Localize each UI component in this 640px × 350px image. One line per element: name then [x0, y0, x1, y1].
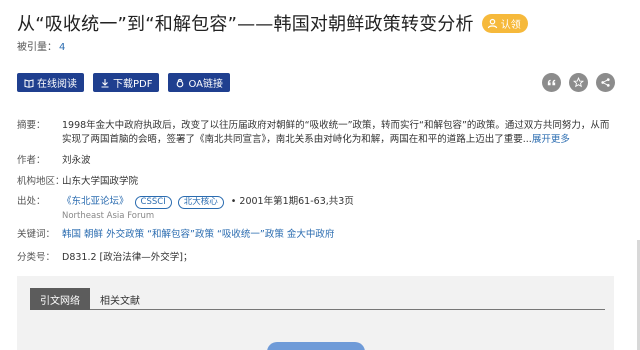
source-value: 《东北亚论坛》 CSSCI 北大核心 • 2001年第1期61-63,共3页 N…: [62, 195, 354, 223]
download-icon: [101, 78, 109, 88]
claim-badge[interactable]: 认领: [481, 13, 528, 33]
keyword-link[interactable]: 金大中政府: [287, 229, 335, 240]
related-panel: 引文网络 相关文献: [17, 276, 614, 350]
share-button[interactable]: [596, 73, 615, 92]
keyword-list: 韩国 朝鲜 外交政策 “和解包容”政策 “吸收统一”政策 金大中政府: [62, 228, 334, 242]
keyword-link[interactable]: “和解包容”政策: [147, 229, 214, 240]
read-online-button[interactable]: 在线阅读: [17, 73, 84, 92]
author-label: 作者：: [17, 155, 46, 166]
download-pdf-button[interactable]: 下载PDF: [93, 73, 160, 92]
abstract-label: 摘要：: [17, 120, 46, 131]
org-label: 机构地区：: [17, 176, 65, 187]
classification-link[interactable]: D831.2 [政治法律—外交学]；: [62, 251, 192, 265]
book-icon: [24, 78, 34, 88]
claim-label: 认领: [500, 19, 521, 31]
keywords-row: 关键词： 韩国 朝鲜 外交政策 “和解包容”政策 “吸收统一”政策 金大中政府: [17, 228, 617, 242]
user-icon: [487, 18, 497, 28]
keyword-link[interactable]: 韩国: [62, 229, 81, 240]
oa-link-label: OA链接: [188, 79, 224, 90]
expand-more-link[interactable]: 展开更多: [532, 134, 570, 145]
keyword-link[interactable]: “吸收统一”政策: [217, 229, 284, 240]
title-row: 从“吸收统一”到“和解包容”——韩国对朝鲜政策转变分析 认领: [17, 10, 528, 36]
journal-english-name: Northeast Asia Forum: [62, 211, 155, 221]
cite-button[interactable]: [542, 73, 561, 92]
share-icon: [601, 78, 610, 87]
favorite-button[interactable]: [569, 73, 588, 92]
pku-core-tag[interactable]: 北大核心: [177, 196, 224, 209]
author-row: 作者： 刘永波: [17, 154, 617, 168]
action-bar: 在线阅读 下载PDF OA链接: [17, 73, 231, 92]
oa-link-button[interactable]: OA链接: [168, 73, 231, 92]
tab-bar: 引文网络 相关文献: [30, 288, 605, 310]
classification-label: 分类号：: [17, 252, 56, 263]
cited-number[interactable]: 4: [59, 42, 65, 53]
quote-icon: [547, 79, 556, 86]
network-action-button[interactable]: [267, 342, 365, 350]
tool-buttons: [542, 73, 615, 92]
issue-info: • 2001年第1期61-63,共3页: [230, 196, 354, 207]
cited-label: 被引量：: [17, 42, 57, 53]
source-row: 出处： 《东北亚论坛》 CSSCI 北大核心 • 2001年第1期61-63,共…: [17, 195, 617, 223]
keyword-link[interactable]: 朝鲜: [84, 229, 103, 240]
classification-row: 分类号： D831.2 [政治法律—外交学]；: [17, 251, 617, 265]
abstract-section: 摘要： 1998年金大中政府执政后，改变了以往历届政府对朝鲜的“吸收统一”政策，…: [17, 119, 617, 149]
tab-citation-network[interactable]: 引文网络: [30, 288, 90, 310]
open-access-icon: [177, 78, 184, 87]
keywords-label: 关键词：: [17, 229, 56, 240]
author-link[interactable]: 刘永波: [62, 154, 91, 168]
cited-count: 被引量： 4: [17, 38, 65, 53]
cssci-tag[interactable]: CSSCI: [134, 196, 172, 209]
org-link[interactable]: 山东大学国政学院: [62, 175, 138, 189]
tab-related-literature[interactable]: 相关文献: [90, 288, 150, 310]
keyword-link[interactable]: 外交政策: [106, 229, 144, 240]
abstract-text: 1998年金大中政府执政后，改变了以往历届政府对朝鲜的“吸收统一”政策，转而实行…: [62, 119, 617, 147]
read-online-label: 在线阅读: [37, 79, 77, 90]
star-icon: [573, 77, 584, 88]
page-title: 从“吸收统一”到“和解包容”——韩国对朝鲜政策转变分析: [17, 14, 474, 35]
download-pdf-label: 下载PDF: [113, 79, 153, 90]
journal-link[interactable]: 《东北亚论坛》: [62, 196, 129, 207]
abstract-line: 实现了两国首脑的会晤，签署了《南北共同宣言》，南北关系由对峙化为和解，两国在和平…: [62, 134, 532, 145]
abstract-line: 1998年金大中政府执政后，改变了以往历届政府对朝鲜的“吸收统一”政策，转而实行…: [62, 120, 610, 131]
org-row: 机构地区： 山东大学国政学院: [17, 175, 617, 189]
source-label: 出处：: [17, 196, 46, 207]
